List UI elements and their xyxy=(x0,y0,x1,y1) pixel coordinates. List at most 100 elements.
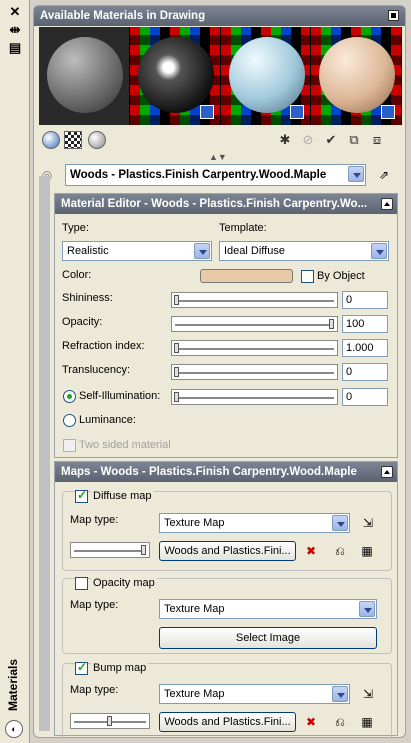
collapse-icon[interactable] xyxy=(381,466,393,478)
swatch-maple-selected[interactable] xyxy=(311,27,401,125)
type-dropdown[interactable]: Realistic xyxy=(62,241,212,261)
palette-title-strip: ✕ ⇹ ▤ Materials ◐ xyxy=(0,0,30,743)
attached-icon xyxy=(381,105,395,119)
diffuse-blend-slider[interactable] xyxy=(70,542,150,558)
refraction-slider[interactable] xyxy=(171,340,338,356)
translucency-field[interactable]: 0 xyxy=(342,363,388,381)
delete-map-icon[interactable]: ✖ xyxy=(302,713,320,731)
swatch-material-3[interactable] xyxy=(220,27,311,125)
by-object-checkbox[interactable] xyxy=(301,270,314,283)
material-sphere xyxy=(319,37,396,113)
translucency-slider[interactable] xyxy=(171,364,338,380)
chevron-down-icon[interactable] xyxy=(359,601,375,617)
opacity-map-group: Opacity map Map type: Texture Map Select… xyxy=(62,577,392,654)
opacity-maptype-dropdown[interactable]: Texture Map xyxy=(159,599,377,619)
create-material-icon[interactable]: ✱ xyxy=(276,131,294,149)
shininess-label: Shininess: xyxy=(62,292,113,304)
shininess-field[interactable]: 0 xyxy=(342,291,388,309)
material-editor-header[interactable]: Material Editor - Woods - Plastics.Finis… xyxy=(55,194,397,214)
material-sphere xyxy=(47,37,123,113)
self-illumination-label: Self-Illumination: xyxy=(79,390,161,402)
material-editor-title: Material Editor - Woods - Plastics.Finis… xyxy=(61,198,368,210)
bump-amount-slider[interactable] xyxy=(70,713,150,729)
shininess-slider[interactable] xyxy=(171,292,338,308)
select-image-button[interactable]: Select Image xyxy=(159,627,377,649)
type-label: Type: xyxy=(62,222,89,234)
translucency-label: Translucency: xyxy=(62,364,131,376)
luminance-radio[interactable] xyxy=(63,414,76,427)
adjust-bitmap-icon[interactable]: ⎌ xyxy=(331,542,349,560)
opacity-label: Opacity: xyxy=(62,316,103,328)
bump-map-checkbox[interactable] xyxy=(75,660,88,675)
new-material-icon[interactable]: ⇗ xyxy=(375,166,393,184)
bump-maptype-dropdown[interactable]: Texture Map xyxy=(159,684,350,704)
preview-map-icon[interactable]: ▦ xyxy=(358,542,376,560)
properties-menu-icon[interactable]: ▤ xyxy=(6,40,24,56)
template-dropdown[interactable]: Ideal Diffuse xyxy=(219,241,389,261)
apply-to-objects-icon[interactable]: ⧉ xyxy=(345,131,363,149)
splitter-icon[interactable]: ▲▼ xyxy=(209,152,227,162)
opacity-map-label: Opacity map xyxy=(91,577,157,589)
bump-map-label: Bump map xyxy=(91,662,149,674)
by-object-label: By Object xyxy=(317,270,365,282)
current-material-value: Woods - Plastics.Finish Carpentry.Wood.M… xyxy=(70,169,327,181)
bump-maptype-label: Map type: xyxy=(70,684,119,696)
map-type-options-icon[interactable]: ⇲ xyxy=(359,685,377,703)
two-sided-label: Two sided material xyxy=(79,439,171,451)
available-materials-title: Available Materials in Drawing xyxy=(40,10,206,22)
palette-main: Available Materials in Drawing ✱ ⊘ ✔ ⧉ ⧈… xyxy=(33,5,406,739)
collapse-icon[interactable] xyxy=(381,198,393,210)
self-illumination-radio[interactable] xyxy=(63,390,76,403)
self-illumination-field[interactable]: 0 xyxy=(342,388,388,406)
color-label: Color: xyxy=(62,269,92,281)
available-materials-header: Available Materials in Drawing xyxy=(34,6,405,26)
material-sphere xyxy=(228,37,305,113)
opacity-field[interactable]: 100 xyxy=(342,315,388,333)
opacity-maptype-label: Map type: xyxy=(70,599,119,611)
diffuse-file-button[interactable]: Woods and Plastics.Fini... xyxy=(159,541,296,561)
chevron-down-icon[interactable] xyxy=(371,243,387,259)
diffuse-maptype-label: Map type: xyxy=(70,514,119,526)
refraction-field[interactable]: 1.000 xyxy=(342,339,388,357)
diffuse-maptype-dropdown[interactable]: Texture Map xyxy=(159,513,350,533)
refraction-label: Refraction index: xyxy=(62,340,145,352)
maps-section: Maps - Woods - Plastics.Finish Carpentry… xyxy=(54,461,398,739)
auto-hide-icon[interactable]: ⇹ xyxy=(6,22,24,38)
restore-icon[interactable] xyxy=(388,10,399,21)
palette-title: Materials xyxy=(6,658,20,712)
chevron-down-icon[interactable] xyxy=(348,166,364,182)
bump-maptype-value: Texture Map xyxy=(164,688,225,700)
indicate-in-use-icon[interactable]: ✔ xyxy=(322,131,340,149)
chevron-down-icon[interactable] xyxy=(194,243,210,259)
preview-map-icon[interactable]: ▦ xyxy=(358,713,376,731)
purge-icon[interactable]: ⊘ xyxy=(299,131,317,149)
current-material-dropdown[interactable]: Woods - Plastics.Finish Carpentry.Wood.M… xyxy=(65,164,366,186)
scroll-gutter xyxy=(39,176,50,731)
self-illumination-slider[interactable] xyxy=(171,389,338,405)
material-preview-icon[interactable] xyxy=(88,131,106,149)
bump-file-button[interactable]: Woods and Plastics.Fini... xyxy=(159,712,296,732)
opacity-map-checkbox[interactable] xyxy=(75,577,88,590)
template-label: Template: xyxy=(219,222,267,234)
template-value: Ideal Diffuse xyxy=(224,245,285,257)
diffuse-map-group: Diffuse map Map type: Texture Map ⇲ Wood… xyxy=(62,488,392,571)
chevron-down-icon[interactable] xyxy=(332,686,348,702)
maps-header[interactable]: Maps - Woods - Plastics.Finish Carpentry… xyxy=(55,462,397,482)
palette-icon: ◐ xyxy=(5,720,23,738)
diffuse-map-checkbox[interactable] xyxy=(75,488,88,503)
close-icon[interactable]: ✕ xyxy=(6,4,24,20)
adjust-bitmap-icon[interactable]: ⎌ xyxy=(331,713,349,731)
delete-map-icon[interactable]: ✖ xyxy=(302,542,320,560)
chevron-down-icon[interactable] xyxy=(332,515,348,531)
color-swatch[interactable] xyxy=(200,269,293,283)
checkered-background-icon[interactable] xyxy=(64,131,82,149)
map-type-options-icon[interactable]: ⇲ xyxy=(359,514,377,532)
material-editor-section: Material Editor - Woods - Plastics.Finis… xyxy=(54,193,398,458)
attached-icon xyxy=(199,105,214,119)
remove-from-objects-icon[interactable]: ⧈ xyxy=(368,131,386,149)
opacity-slider[interactable] xyxy=(171,316,338,332)
swatch-geometry-icon[interactable] xyxy=(42,131,60,149)
swatch-material-2[interactable] xyxy=(129,27,220,125)
swatch-global[interactable] xyxy=(39,27,129,125)
two-sided-checkbox[interactable] xyxy=(63,439,76,452)
